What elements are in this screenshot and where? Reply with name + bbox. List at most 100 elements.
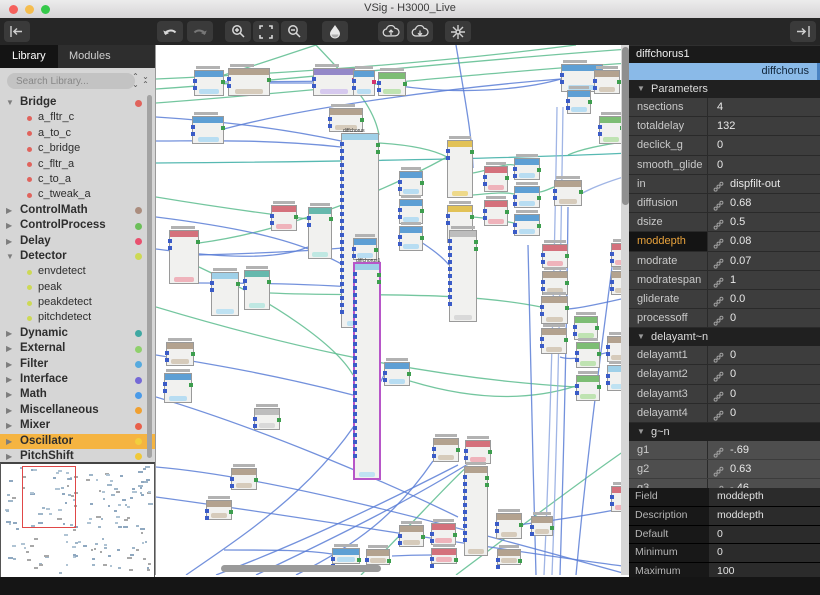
input-port[interactable]: [165, 351, 169, 355]
input-port[interactable]: [253, 424, 257, 428]
sidebar-item-filter[interactable]: ▶ Filter: [0, 357, 155, 372]
input-port[interactable]: [463, 510, 467, 514]
input-port[interactable]: [165, 358, 169, 362]
triangle-right-icon[interactable]: ▶: [6, 387, 12, 402]
output-port[interactable]: [537, 168, 541, 172]
output-port[interactable]: [485, 476, 489, 480]
output-port[interactable]: [470, 215, 474, 219]
input-port[interactable]: [210, 288, 214, 292]
input-port[interactable]: [340, 240, 344, 244]
zoom-in-button[interactable]: [225, 21, 251, 42]
patch-node[interactable]: [447, 140, 473, 198]
input-port[interactable]: [463, 524, 467, 528]
patch-node[interactable]: [576, 375, 600, 401]
canvas-horizontal-scrollbar[interactable]: [221, 565, 381, 572]
tab-library[interactable]: Library: [0, 45, 58, 68]
input-port[interactable]: [377, 81, 381, 85]
param-row-moddepth[interactable]: moddepth0.08: [629, 232, 820, 251]
input-port[interactable]: [352, 247, 356, 251]
input-port[interactable]: [610, 495, 614, 499]
patch-node[interactable]: [332, 548, 360, 564]
input-port[interactable]: [430, 532, 434, 536]
sidebar-item-detector[interactable]: ▼ Detector: [0, 249, 155, 264]
input-port[interactable]: [598, 132, 602, 136]
input-port[interactable]: [163, 389, 167, 393]
output-port[interactable]: [376, 143, 380, 147]
input-port[interactable]: [340, 142, 344, 146]
output-port[interactable]: [565, 281, 569, 285]
input-port[interactable]: [483, 175, 487, 179]
input-port[interactable]: [340, 149, 344, 153]
output-port[interactable]: [403, 82, 407, 86]
input-port[interactable]: [340, 296, 344, 300]
input-port[interactable]: [560, 73, 564, 77]
cloud-upload-button[interactable]: [378, 21, 404, 42]
input-port[interactable]: [353, 405, 357, 409]
patch-node[interactable]: [449, 230, 477, 322]
param-value[interactable]: 0: [730, 346, 736, 364]
triangle-right-icon[interactable]: ▶: [6, 203, 12, 218]
output-port[interactable]: [377, 273, 381, 277]
input-port[interactable]: [540, 305, 544, 309]
patch-wire[interactable]: [379, 143, 447, 157]
param-row-gliderate[interactable]: gliderate0.0: [629, 290, 820, 309]
sidebar-item-c_to_a[interactable]: c_to_a: [0, 172, 155, 187]
output-port[interactable]: [229, 510, 233, 514]
output-port[interactable]: [537, 196, 541, 200]
patch-wire[interactable]: [540, 187, 554, 192]
patch-node[interactable]: [254, 408, 280, 430]
input-port[interactable]: [365, 558, 369, 562]
input-port[interactable]: [430, 564, 434, 568]
input-port[interactable]: [340, 247, 344, 251]
input-port[interactable]: [353, 370, 357, 374]
patch-node[interactable]: [464, 466, 488, 556]
sidebar-item-a_fltr_c[interactable]: a_fltr_c: [0, 110, 155, 125]
param-value[interactable]: -.46: [730, 479, 749, 488]
input-port[interactable]: [448, 260, 452, 264]
triangle-down-icon[interactable]: ▼: [6, 95, 14, 110]
input-port[interactable]: [210, 281, 214, 285]
input-port[interactable]: [398, 235, 402, 239]
param-row-diffusion[interactable]: diffusion0.68: [629, 194, 820, 213]
input-port[interactable]: [227, 77, 231, 81]
patch-node[interactable]: [399, 199, 423, 224]
input-port[interactable]: [340, 212, 344, 216]
input-port[interactable]: [340, 275, 344, 279]
input-port[interactable]: [593, 79, 597, 83]
input-port[interactable]: [340, 233, 344, 237]
patch-wire[interactable]: [156, 117, 341, 141]
param-value[interactable]: -.69: [730, 441, 749, 459]
input-port[interactable]: [353, 412, 357, 416]
patch-node[interactable]: [514, 214, 540, 236]
input-port[interactable]: [496, 558, 500, 562]
collapse-left-panel-button[interactable]: [4, 21, 30, 42]
patch-node[interactable]: [594, 70, 620, 94]
input-port[interactable]: [353, 433, 357, 437]
param-row-g2[interactable]: g20.63: [629, 460, 820, 479]
input-port[interactable]: [448, 295, 452, 299]
param-row-smooth_glide[interactable]: smooth_glide0: [629, 156, 820, 175]
section-header-g-n[interactable]: ▼g~n: [629, 423, 820, 441]
burst-button[interactable]: [445, 21, 471, 42]
patch-node[interactable]: [399, 171, 423, 196]
input-port[interactable]: [430, 539, 434, 543]
input-port[interactable]: [205, 509, 209, 513]
input-port[interactable]: [340, 198, 344, 202]
output-port[interactable]: [189, 383, 193, 387]
node-diffchorus1[interactable]: diffchorus1: [353, 262, 381, 480]
output-port[interactable]: [474, 240, 478, 244]
output-port[interactable]: [357, 558, 361, 562]
sidebar-item-c_tweak_a[interactable]: c_tweak_a: [0, 187, 155, 202]
patch-node[interactable]: [431, 548, 457, 564]
input-port[interactable]: [398, 215, 402, 219]
input-port[interactable]: [340, 226, 344, 230]
input-port[interactable]: [353, 419, 357, 423]
input-port[interactable]: [496, 565, 500, 569]
input-port[interactable]: [398, 534, 402, 538]
minimap-viewport[interactable]: [22, 466, 76, 528]
sidebar-item-dynamic[interactable]: ▶ Dynamic: [0, 326, 155, 341]
output-port[interactable]: [565, 254, 569, 258]
input-port[interactable]: [463, 503, 467, 507]
output-port[interactable]: [597, 385, 601, 389]
patch-node[interactable]: [484, 166, 508, 192]
